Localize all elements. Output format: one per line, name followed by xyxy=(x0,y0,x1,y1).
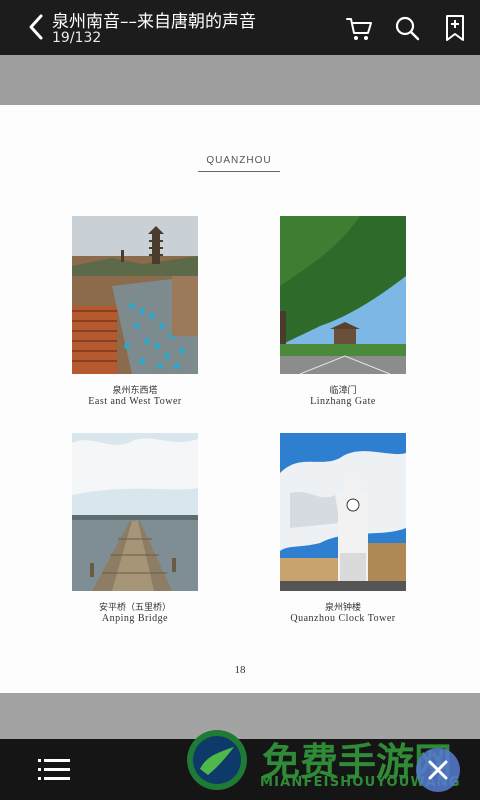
top-bar: 泉州南音––来自唐朝的声音 19/132 xyxy=(0,0,480,55)
page-gap-top xyxy=(0,55,480,105)
page-indicator: 19/132 xyxy=(52,30,102,46)
heading-underline xyxy=(198,171,280,172)
close-button[interactable] xyxy=(416,748,460,792)
watermark-logo-icon xyxy=(187,730,247,790)
caption-cn: 安平桥（五里桥） xyxy=(98,603,171,613)
search-icon[interactable] xyxy=(392,13,422,43)
page-number: 18 xyxy=(234,664,246,676)
photo-linzhang-gate xyxy=(280,216,406,374)
close-icon xyxy=(428,760,448,780)
caption-en: East and West Tower xyxy=(88,396,182,407)
photo-quanzhou-clock-tower xyxy=(280,433,406,591)
book-page: QUANZHOU 泉州东西塔 East and West Tower 临漳门 L… xyxy=(0,105,480,693)
caption-en: Quanzhou Clock Tower xyxy=(290,613,396,624)
caption-cn: 泉州东西塔 xyxy=(112,386,158,396)
photo-anping-bridge xyxy=(72,433,198,591)
book-title: 泉州南音––来自唐朝的声音 xyxy=(52,12,256,32)
menu-icon[interactable] xyxy=(38,757,70,783)
back-icon[interactable] xyxy=(24,12,50,42)
cart-icon[interactable] xyxy=(344,13,374,43)
caption-cn: 泉州钟楼 xyxy=(324,603,361,613)
section-heading: QUANZHOU xyxy=(206,155,272,166)
caption-cn: 临漳门 xyxy=(329,386,357,396)
bookmark-add-icon[interactable] xyxy=(440,13,470,43)
photo-east-west-tower xyxy=(72,216,198,374)
caption-en: Linzhang Gate xyxy=(310,396,376,407)
caption-en: Anping Bridge xyxy=(101,613,169,624)
